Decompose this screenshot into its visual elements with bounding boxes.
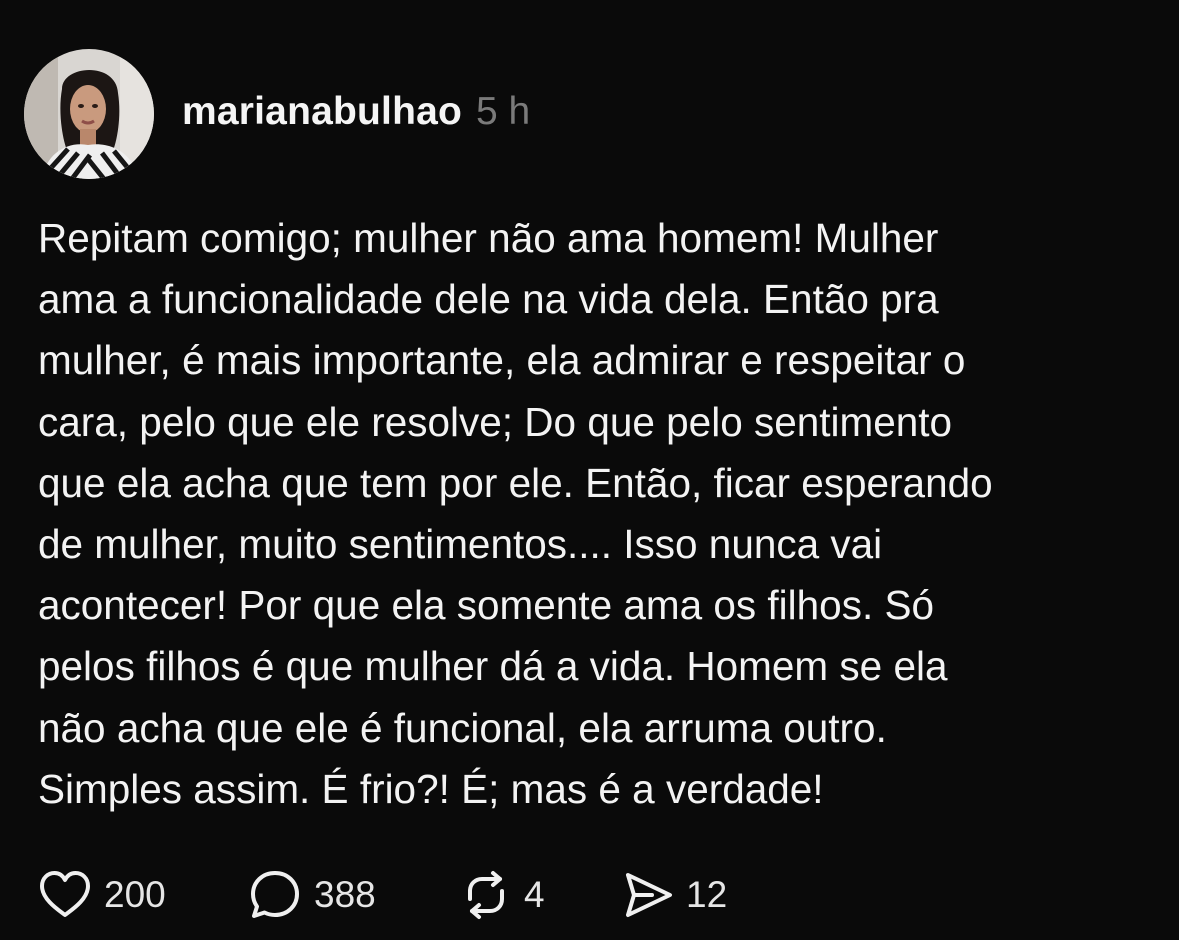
post-actions: 200 388 4 12 (38, 866, 727, 924)
avatar[interactable] (24, 49, 154, 179)
like-count: 200 (104, 874, 166, 915)
comment-count: 388 (314, 874, 376, 915)
speech-bubble-icon (248, 868, 302, 922)
share-button[interactable]: 12 (622, 869, 727, 921)
share-count: 12 (686, 874, 728, 915)
username[interactable]: marianabulhao (182, 90, 462, 134)
comment-button[interactable]: 388 (248, 868, 460, 922)
like-button[interactable]: 200 (38, 870, 248, 920)
repost-count: 4 (524, 874, 545, 915)
heart-icon (38, 870, 92, 920)
post-header: marianabulhao 5 h (24, 48, 530, 180)
post-text: Repitam comigo; mulher não ama homem! Mu… (38, 215, 993, 812)
repost-arrows-icon (460, 869, 512, 921)
repost-button[interactable]: 4 (460, 869, 622, 921)
post-timestamp: 5 h (476, 90, 531, 133)
paper-plane-icon (622, 869, 674, 921)
author-line: marianabulhao 5 h (182, 90, 530, 134)
thread-post: marianabulhao 5 h Repitam comigo; mulher… (0, 0, 1179, 940)
